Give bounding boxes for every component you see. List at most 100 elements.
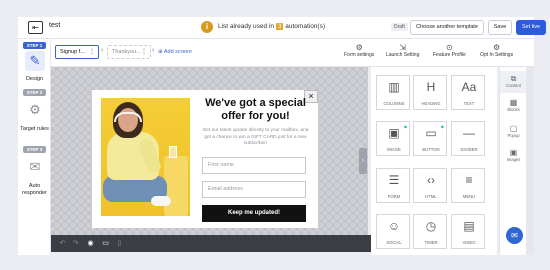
save-button[interactable]: Save <box>488 20 512 35</box>
photo-shoe <box>151 196 171 206</box>
add-screen-label: Add screen <box>163 49 192 55</box>
tab-popup-label: Popup <box>507 133 520 138</box>
content-icon: ⧉ <box>510 74 517 83</box>
image-icon: ▣ <box>388 126 400 140</box>
email-field[interactable]: Email address <box>202 181 306 198</box>
columns-icon: ▥ <box>388 80 400 94</box>
button-icon: ▭ <box>425 126 437 140</box>
screen-tab-signup[interactable]: Signup f... ⋮ <box>55 45 99 59</box>
tab-popup[interactable]: ▢ Popup <box>500 124 527 138</box>
usage-prefix: List already used in <box>218 23 275 30</box>
element-social[interactable]: ☺ SOCIAL <box>376 214 410 249</box>
element-html[interactable]: ‹› HTML <box>413 168 447 203</box>
tab-content-label: Content <box>506 83 521 88</box>
element-menu[interactable]: ≡ MENU <box>451 168 485 203</box>
tab-images-label: Images <box>506 157 521 162</box>
campaign-title: test <box>49 22 61 29</box>
screens-bar: Signup f... ⋮ › Thankyou... ⋮ › ⊕ Add sc… <box>51 39 371 67</box>
headphones-icon <box>114 112 142 122</box>
usage-suffix: automation(s) <box>285 23 326 30</box>
social-icon: ☺ <box>387 219 401 233</box>
sliders-icon: ⚙ <box>355 43 363 52</box>
element-form[interactable]: ☰ FORM <box>376 168 410 203</box>
step-2-tag: STEP 2 <box>23 89 46 96</box>
more-vertical-icon[interactable]: ⋮ <box>141 46 147 58</box>
element-button[interactable]: ◆ ▭ BUTTON <box>413 121 447 156</box>
element-image[interactable]: ◆ ▣ IMAGE <box>376 121 410 156</box>
keep-me-updated-button[interactable]: Keep me updated! <box>202 205 306 222</box>
element-video[interactable]: ▤ VIDEO <box>451 214 485 249</box>
element-heading[interactable]: H HEADING <box>413 75 447 110</box>
elements-panel: ▥ COLUMNS H HEADING Aa TEXT ◆ ▣ IMAGE ◆ ▭ BUTTO… <box>371 67 497 255</box>
form-settings-button[interactable]: ⚙ Form settings <box>344 43 374 58</box>
redo-icon[interactable]: ↷ <box>70 238 81 249</box>
opt-in-settings-label: Opt In Settings <box>480 52 514 58</box>
step-1-tag: STEP 1 <box>23 42 46 49</box>
feature-profile-button[interactable]: ⊙ Feature Profile <box>433 43 466 58</box>
screen-tab-thankyou[interactable]: Thankyou... ⋮ <box>107 45 151 59</box>
launch-icon: ⇲ <box>399 43 407 52</box>
element-label: SOCIAL <box>386 240 402 245</box>
mobile-icon[interactable]: ▯ <box>114 238 125 249</box>
add-screen-link[interactable]: ⊕ Add screen <box>158 49 192 55</box>
usage-count: 3 <box>275 23 284 30</box>
element-label: IMAGE <box>387 147 401 152</box>
back-arrow-icon[interactable]: ⇤ <box>28 21 43 34</box>
status-badge: Draft <box>391 23 408 31</box>
auto-responder-icon[interactable]: ✉ <box>25 157 45 177</box>
opt-in-settings-button[interactable]: ⚙ Opt In Settings <box>480 43 513 58</box>
preview-eye-icon[interactable]: ◉ <box>85 238 96 249</box>
screen-tab-label: Signup f... <box>60 49 85 55</box>
step-2-label[interactable]: Target rules <box>18 126 51 133</box>
element-text[interactable]: Aa TEXT <box>451 75 485 110</box>
tab-blocks[interactable]: ▦ Blocks <box>500 98 527 112</box>
undo-icon[interactable]: ↶ <box>57 238 68 249</box>
element-label: VIDEO <box>462 240 476 245</box>
choose-template-button[interactable]: Choose another template <box>410 20 484 35</box>
paint-brush-icon[interactable]: ✎ <box>25 51 45 71</box>
element-label: HEADING <box>421 101 441 106</box>
app-frame: ⇤ test i List already used in 3 automati… <box>0 0 550 270</box>
more-vertical-icon[interactable]: ⋮ <box>89 46 95 58</box>
element-label: TIMER <box>424 240 438 245</box>
step-1-label[interactable]: Design <box>18 76 51 83</box>
chat-icon[interactable]: ✉ <box>506 227 523 244</box>
target-gear-icon[interactable]: ⚙ <box>25 100 45 120</box>
tab-content[interactable]: ⧉ Content <box>500 71 527 93</box>
profile-icon: ⊙ <box>446 43 453 52</box>
images-icon: ▣ <box>509 148 518 157</box>
element-label: DIVIDER <box>460 147 478 152</box>
scrollbar[interactable] <box>526 67 534 255</box>
step-3-label[interactable]: Auto responder <box>18 183 51 196</box>
steps-sidebar: STEP 1 ✎ Design STEP 2 ⚙ Target rules ST… <box>18 39 51 255</box>
popup-description[interactable]: Get our latest update directly to your m… <box>202 128 309 148</box>
form-icon: ☰ <box>388 173 400 187</box>
element-label: TEXT <box>463 101 475 106</box>
element-columns[interactable]: ▥ COLUMNS <box>376 75 410 110</box>
info-icon: i <box>201 21 213 33</box>
popup-heading[interactable]: We've got a special offer for you! <box>198 97 313 122</box>
blocks-icon: ▦ <box>509 98 518 107</box>
launch-setting-button[interactable]: ⇲ Launch Setting <box>386 43 419 58</box>
step-3-tag: STEP 3 <box>23 146 46 153</box>
element-timer[interactable]: ◷ TIMER <box>413 214 447 249</box>
screen-tab-label: Thankyou... <box>112 49 141 55</box>
element-label: FORM <box>387 194 401 199</box>
settings-toolbar: ⚙ Form settings ⇲ Launch Setting ⊙ Feature … <box>338 39 534 67</box>
chevron-right-icon: › <box>152 47 155 54</box>
tab-images[interactable]: ▣ Images <box>500 148 527 162</box>
set-live-button[interactable]: Set live <box>516 20 546 35</box>
desktop-icon[interactable]: ▭ <box>100 238 111 249</box>
collapse-panel-handle[interactable]: › <box>359 148 367 174</box>
tab-blocks-label: Blocks <box>507 107 520 112</box>
top-bar: ⇤ test i List already used in 3 automati… <box>18 17 546 39</box>
popup-image[interactable] <box>101 98 190 216</box>
list-usage-notice: List already used in 3 automation(s) <box>218 23 325 30</box>
menu-icon: ≡ <box>465 173 473 187</box>
timer-icon: ◷ <box>425 219 437 233</box>
first-name-field[interactable]: First name <box>202 157 306 174</box>
launch-setting-label: Launch Setting <box>386 52 420 58</box>
feature-profile-label: Feature Profile <box>433 52 466 58</box>
element-divider[interactable]: — DIVIDER <box>451 121 485 156</box>
chevron-right-icon: › <box>101 47 104 54</box>
